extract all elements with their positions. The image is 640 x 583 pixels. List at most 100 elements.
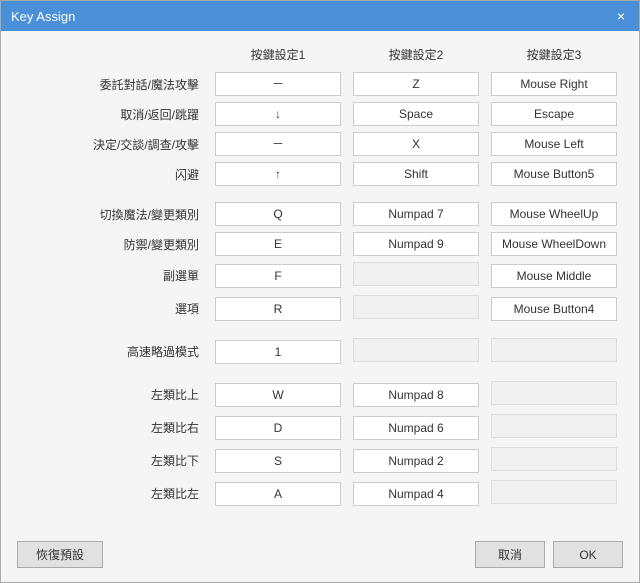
table-row: 左類比下S Numpad 2	[17, 444, 623, 477]
key-cell-1-0[interactable]: ↓	[209, 99, 347, 129]
key-cell-0-0[interactable]: －	[209, 69, 347, 99]
table-row: 防禦/變更類別ENumpad 9Mouse WheelDown	[17, 229, 623, 259]
key-cell-0-2[interactable]: Mouse Right	[485, 69, 623, 99]
key-cell-8-1[interactable]	[347, 335, 485, 368]
main-content: 按鍵設定1 按鍵設定2 按鍵設定3 委託對話/魔法攻擊－ZMouse Right…	[1, 31, 639, 531]
key-cell-7-1[interactable]	[347, 292, 485, 325]
key-cell-10-1[interactable]: Numpad 6	[347, 411, 485, 444]
key-cell-11-2[interactable]	[485, 444, 623, 477]
key-cell-4-0[interactable]: Q	[209, 199, 347, 229]
key-input-10-0[interactable]: D	[215, 416, 341, 440]
key-cell-1-2[interactable]: Escape	[485, 99, 623, 129]
key-input-0-2[interactable]: Mouse Right	[491, 72, 617, 96]
key-input-5-1[interactable]: Numpad 9	[353, 232, 479, 256]
key-cell-7-0[interactable]: R	[209, 292, 347, 325]
row-label: 左類比上	[17, 378, 209, 411]
key-input-7-0[interactable]: R	[215, 297, 341, 321]
key-cell-3-1[interactable]: Shift	[347, 159, 485, 189]
key-cell-6-2[interactable]: Mouse Middle	[485, 259, 623, 292]
cancel-button[interactable]: 取消	[475, 541, 545, 568]
key-cell-5-0[interactable]: E	[209, 229, 347, 259]
key-input-4-0[interactable]: Q	[215, 202, 341, 226]
key-input-11-0[interactable]: S	[215, 449, 341, 473]
key-cell-11-1[interactable]: Numpad 2	[347, 444, 485, 477]
key-input-3-0[interactable]: ↑	[215, 162, 341, 186]
key-input-8-2[interactable]	[491, 338, 617, 362]
key-cell-2-0[interactable]: －	[209, 129, 347, 159]
ok-button[interactable]: OK	[553, 541, 623, 568]
key-cell-2-2[interactable]: Mouse Left	[485, 129, 623, 159]
key-input-5-2[interactable]: Mouse WheelDown	[491, 232, 617, 256]
key-input-1-0[interactable]: ↓	[215, 102, 341, 126]
key-input-9-2[interactable]	[491, 381, 617, 405]
key-cell-8-2[interactable]	[485, 335, 623, 368]
key-assign-window: Key Assign × 按鍵設定1 按鍵設定2 按鍵設定3 委託對話/魔法攻擊…	[0, 0, 640, 583]
key-cell-3-0[interactable]: ↑	[209, 159, 347, 189]
key-cell-8-0[interactable]: 1	[209, 335, 347, 368]
key-cell-6-1[interactable]	[347, 259, 485, 292]
restore-defaults-button[interactable]: 恢復預設	[17, 541, 103, 568]
key-cell-12-0[interactable]: A	[209, 477, 347, 510]
key-cell-9-1[interactable]: Numpad 8	[347, 378, 485, 411]
key-cell-5-1[interactable]: Numpad 9	[347, 229, 485, 259]
key-input-6-0[interactable]: F	[215, 264, 341, 288]
key-cell-9-2[interactable]	[485, 378, 623, 411]
key-input-2-1[interactable]: X	[353, 132, 479, 156]
close-button[interactable]: ×	[613, 9, 629, 23]
key-cell-5-2[interactable]: Mouse WheelDown	[485, 229, 623, 259]
key-input-9-1[interactable]: Numpad 8	[353, 383, 479, 407]
key-input-7-1[interactable]	[353, 295, 479, 319]
key-input-4-2[interactable]: Mouse WheelUp	[491, 202, 617, 226]
key-input-5-0[interactable]: E	[215, 232, 341, 256]
key-input-11-2[interactable]	[491, 447, 617, 471]
key-input-10-2[interactable]	[491, 414, 617, 438]
key-input-12-0[interactable]: A	[215, 482, 341, 506]
key-input-7-2[interactable]: Mouse Button4	[491, 297, 617, 321]
key-cell-4-2[interactable]: Mouse WheelUp	[485, 199, 623, 229]
key-input-12-1[interactable]: Numpad 4	[353, 482, 479, 506]
table-row: 決定/交談/調查/攻擊－XMouse Left	[17, 129, 623, 159]
table-row: 左類比上W Numpad 8	[17, 378, 623, 411]
key-input-6-1[interactable]	[353, 262, 479, 286]
key-cell-12-1[interactable]: Numpad 4	[347, 477, 485, 510]
key-cell-1-1[interactable]: Space	[347, 99, 485, 129]
table-spacer	[17, 189, 623, 199]
row-label: 闪避	[17, 159, 209, 189]
key-cell-4-1[interactable]: Numpad 7	[347, 199, 485, 229]
key-cell-7-2[interactable]: Mouse Button4	[485, 292, 623, 325]
key-cell-3-2[interactable]: Mouse Button5	[485, 159, 623, 189]
key-cell-11-0[interactable]: S	[209, 444, 347, 477]
key-input-9-0[interactable]: W	[215, 383, 341, 407]
key-input-3-1[interactable]: Shift	[353, 162, 479, 186]
row-label: 左類比下	[17, 444, 209, 477]
table-row: 闪避↑ Shift Mouse Button5	[17, 159, 623, 189]
title-bar: Key Assign ×	[1, 1, 639, 31]
row-label: 副選單	[17, 259, 209, 292]
key-cell-10-0[interactable]: D	[209, 411, 347, 444]
key-cell-9-0[interactable]: W	[209, 378, 347, 411]
window-title: Key Assign	[11, 9, 75, 24]
key-cell-6-0[interactable]: F	[209, 259, 347, 292]
key-input-1-1[interactable]: Space	[353, 102, 479, 126]
key-input-10-1[interactable]: Numpad 6	[353, 416, 479, 440]
key-cell-10-2[interactable]	[485, 411, 623, 444]
key-input-0-0[interactable]: －	[215, 72, 341, 96]
key-input-0-1[interactable]: Z	[353, 72, 479, 96]
key-input-11-1[interactable]: Numpad 2	[353, 449, 479, 473]
table-row: 切換魔法/變更類別QNumpad 7Mouse WheelUp	[17, 199, 623, 229]
key-input-8-0[interactable]: 1	[215, 340, 341, 364]
col-setting2-header: 按鍵設定2	[347, 43, 485, 69]
key-input-1-2[interactable]: Escape	[491, 102, 617, 126]
key-input-2-2[interactable]: Mouse Left	[491, 132, 617, 156]
table-row: 高速略過模式1	[17, 335, 623, 368]
key-input-2-0[interactable]: －	[215, 132, 341, 156]
key-cell-0-1[interactable]: Z	[347, 69, 485, 99]
key-cell-12-2[interactable]	[485, 477, 623, 510]
key-input-12-2[interactable]	[491, 480, 617, 504]
key-cell-2-1[interactable]: X	[347, 129, 485, 159]
key-input-6-2[interactable]: Mouse Middle	[491, 264, 617, 288]
key-input-8-1[interactable]	[353, 338, 479, 362]
key-input-4-1[interactable]: Numpad 7	[353, 202, 479, 226]
col-label-header	[17, 43, 209, 69]
key-input-3-2[interactable]: Mouse Button5	[491, 162, 617, 186]
